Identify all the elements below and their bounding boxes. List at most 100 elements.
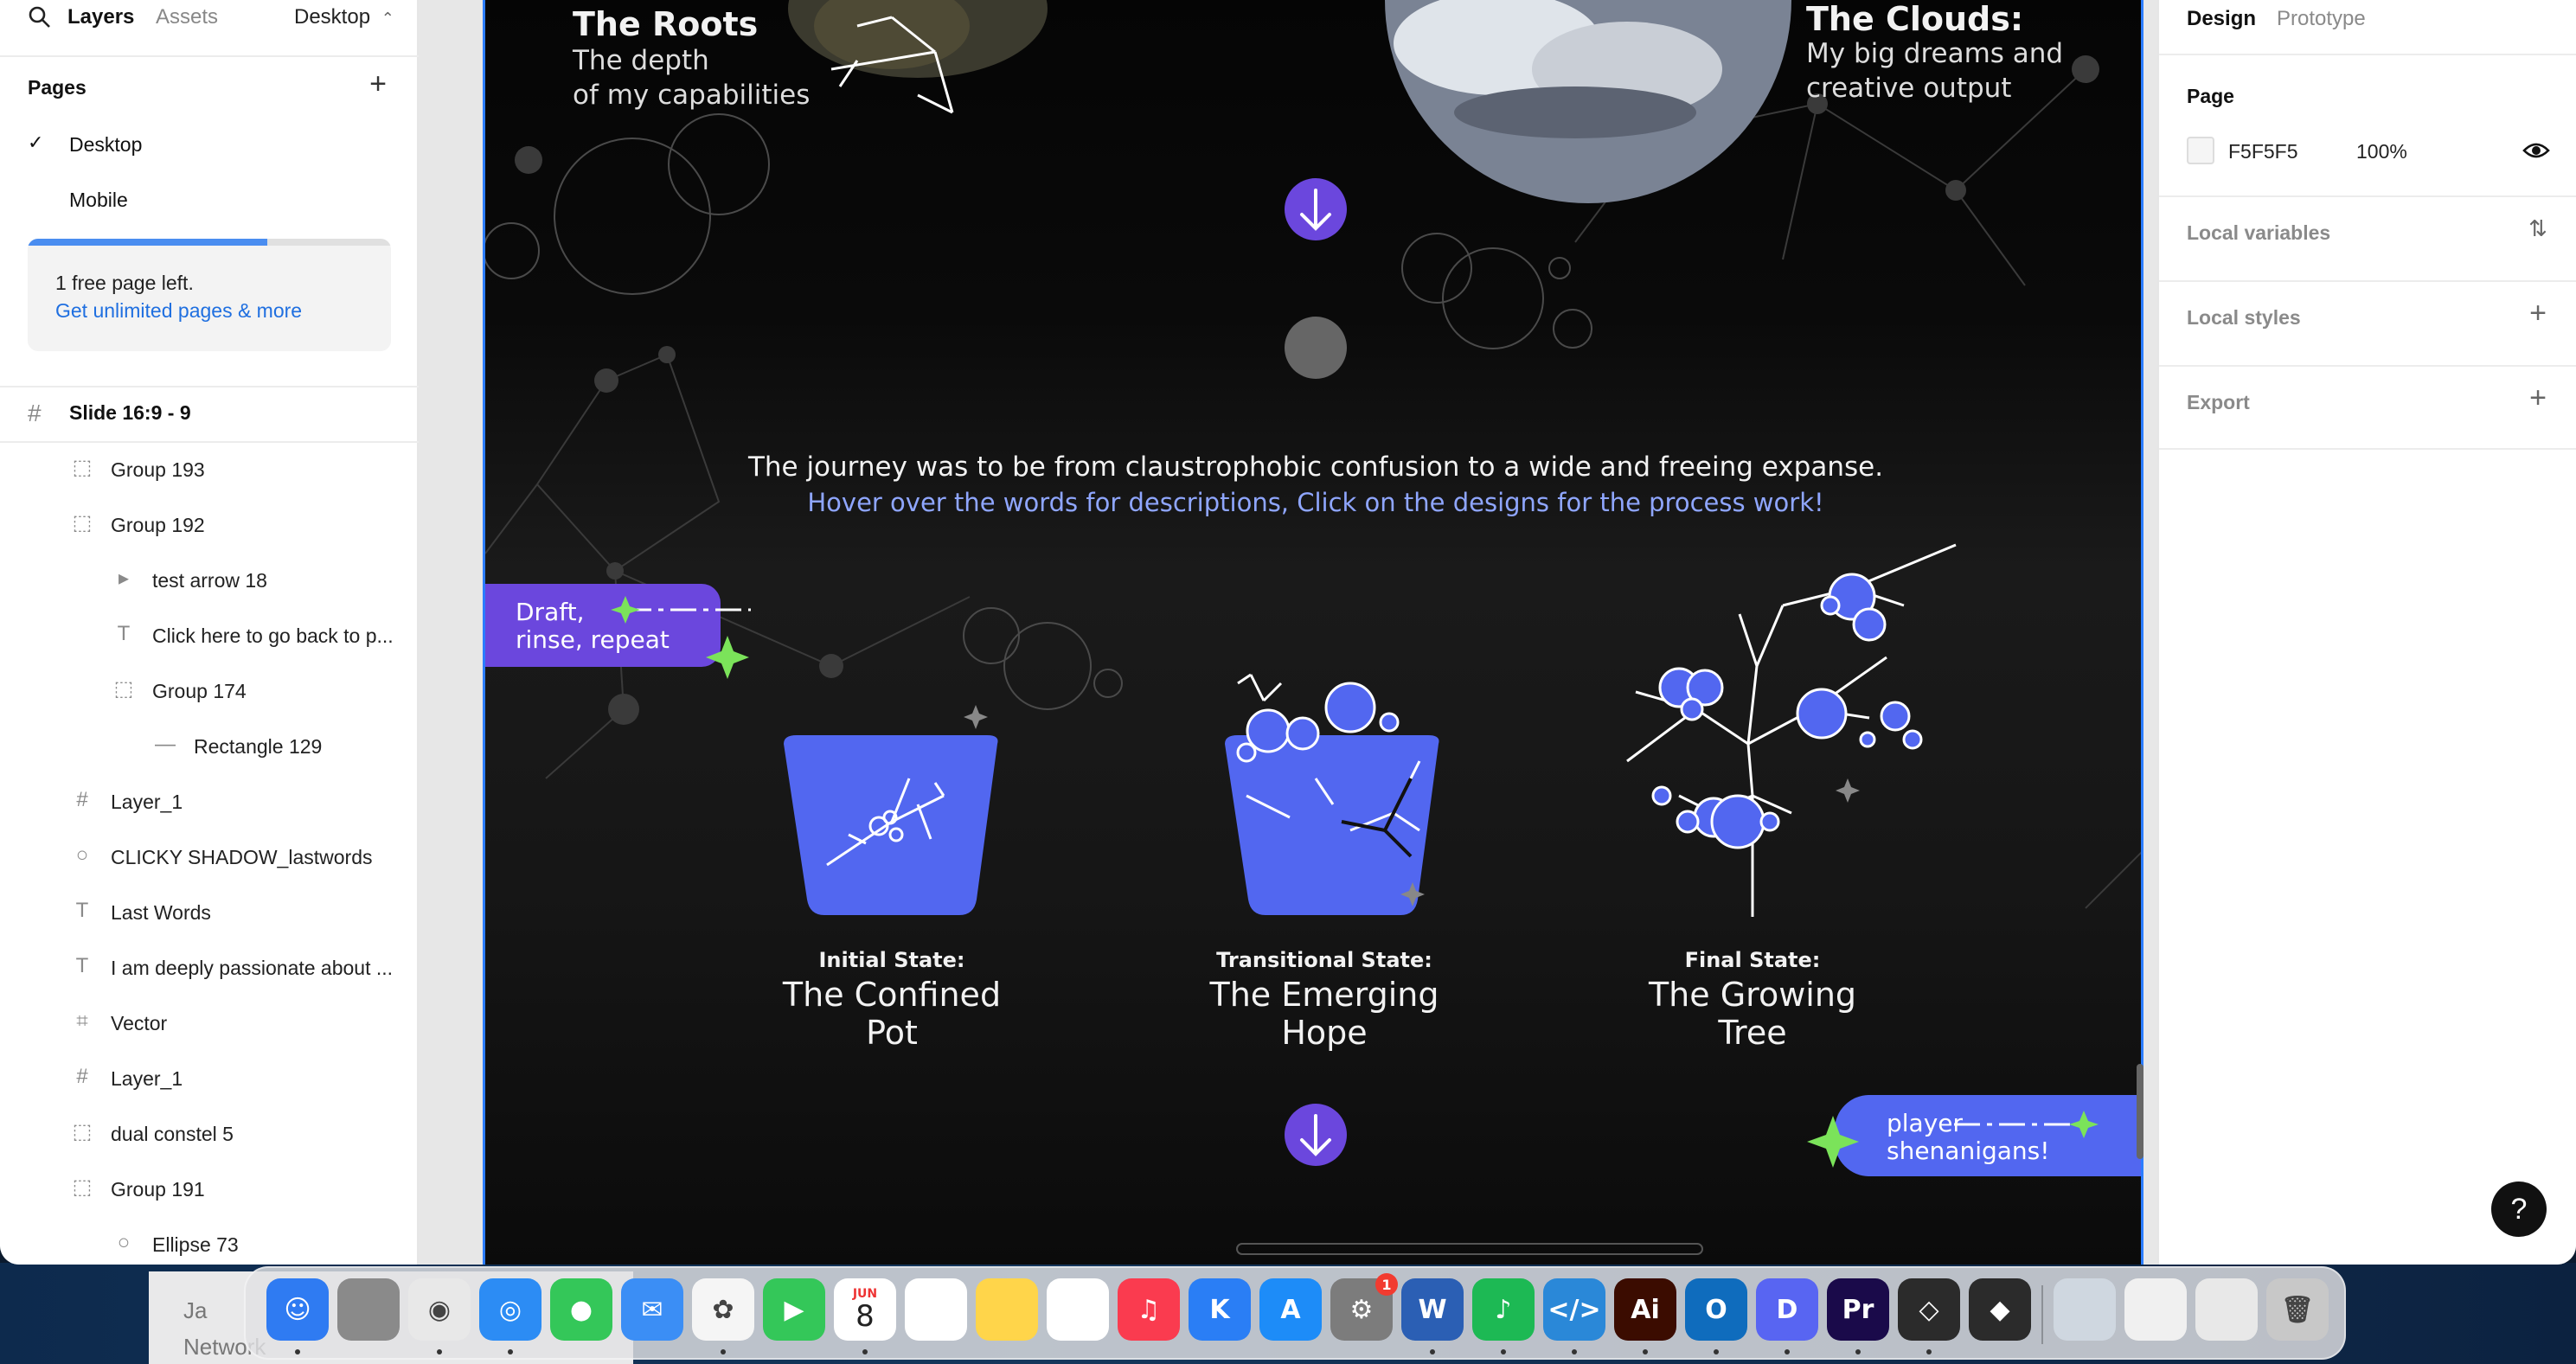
design-canvas[interactable]: The Roots The depth of my capabilities T… xyxy=(419,0,2157,1265)
freeform-icon[interactable] xyxy=(1047,1278,1109,1341)
photos-icon[interactable]: ✿ xyxy=(692,1278,754,1341)
screenshot-icon[interactable] xyxy=(2195,1278,2258,1341)
divider xyxy=(2159,54,2576,55)
clouds-line1: My big dreams and xyxy=(1806,38,2064,69)
scroll-dot xyxy=(1285,317,1347,379)
slide-frame[interactable]: The Roots The depth of my capabilities T… xyxy=(483,0,2143,1265)
word-icon[interactable]: W xyxy=(1401,1278,1464,1341)
trash-icon[interactable]: 🗑 xyxy=(2266,1278,2329,1341)
ellipse-icon: ○ xyxy=(117,1231,131,1254)
layer-row[interactable]: # Layer_1 xyxy=(0,780,419,823)
state-title-line2[interactable]: Pot xyxy=(736,1014,1048,1052)
tab-assets[interactable]: Assets xyxy=(156,5,218,29)
layer-name: Layer_1 xyxy=(111,1067,183,1090)
layer-row[interactable]: ○ CLICKY SHADOW_lastwords xyxy=(0,836,419,879)
variables-icon[interactable]: ⇅ xyxy=(2522,213,2554,244)
add-page-icon[interactable]: + xyxy=(363,69,393,99)
page-color-hex[interactable]: F5F5F5 xyxy=(2228,140,2298,163)
state-title-line2[interactable]: Hope xyxy=(1169,1014,1480,1052)
messages-icon[interactable]: ● xyxy=(550,1278,612,1341)
layer-row[interactable]: T Last Words xyxy=(0,891,419,934)
page-limit-progress-fill xyxy=(28,239,268,246)
layer-row[interactable]: — Rectangle 129 xyxy=(0,725,419,768)
running-indicator xyxy=(1501,1349,1506,1354)
keynote-icon[interactable]: K xyxy=(1189,1278,1251,1341)
facetime-icon[interactable]: ▶ xyxy=(763,1278,825,1341)
layer-row[interactable]: # Layer_1 xyxy=(0,1057,419,1100)
figma-window: Layers Assets Desktop ⌃ Pages + ✓ Deskto… xyxy=(0,0,2576,1265)
document-icon[interactable] xyxy=(2124,1278,2187,1341)
group-icon: ⬚ xyxy=(72,1175,93,1199)
app-store-icon[interactable]: A xyxy=(1259,1278,1322,1341)
running-indicator xyxy=(721,1349,726,1354)
clouds-title[interactable]: The Clouds: xyxy=(1806,0,2023,38)
running-indicator xyxy=(295,1349,300,1354)
layer-row[interactable]: ⌗ Vector xyxy=(0,1002,419,1045)
properties-panel: Design Prototype Page F5F5F5 100% Local … xyxy=(2157,0,2576,1265)
premiere-icon[interactable]: Pr xyxy=(1827,1278,1889,1341)
outlook-icon[interactable]: O xyxy=(1685,1278,1747,1341)
reminders-icon[interactable] xyxy=(905,1278,967,1341)
group-icon: ⬚ xyxy=(113,677,134,701)
upgrade-link[interactable]: Get unlimited pages & more xyxy=(55,299,302,323)
add-export-icon[interactable]: + xyxy=(2522,382,2554,413)
roots-title[interactable]: The Roots xyxy=(573,5,758,43)
unity-hub-icon[interactable]: ◆ xyxy=(1969,1278,2031,1341)
add-style-icon[interactable]: + xyxy=(2522,298,2554,329)
state-title-line1[interactable]: The Emerging xyxy=(1169,976,1480,1014)
state-title-line1[interactable]: The Growing xyxy=(1597,976,1908,1014)
discord-icon[interactable]: D xyxy=(1756,1278,1818,1341)
local-variables-section[interactable]: Local variables ⇅ xyxy=(2159,195,2576,280)
layer-row[interactable]: ▸ test arrow 18 xyxy=(0,559,419,602)
spotify-icon[interactable]: ♪ xyxy=(1472,1278,1535,1341)
tab-design[interactable]: Design xyxy=(2187,7,2256,31)
page-dropdown[interactable]: Desktop ⌃ xyxy=(294,5,394,29)
chrome-icon[interactable]: ◉ xyxy=(408,1278,471,1341)
group-icon: ⬚ xyxy=(72,511,93,535)
vscode-icon[interactable]: </> xyxy=(1543,1278,1605,1341)
launchpad-icon[interactable] xyxy=(337,1278,400,1341)
system-settings-icon[interactable]: ⚙ 1 xyxy=(1330,1273,1398,1341)
local-styles-section[interactable]: Local styles + xyxy=(2159,280,2576,365)
layer-row[interactable]: ○ Ellipse 73 xyxy=(0,1223,419,1265)
roots-line1: The depth xyxy=(573,45,709,76)
layer-name: Layer_1 xyxy=(111,791,183,813)
tab-prototype[interactable]: Prototype xyxy=(2277,7,2366,31)
layer-row[interactable]: T Click here to go back to p... xyxy=(0,614,419,657)
state-title-line2[interactable]: Tree xyxy=(1597,1014,1908,1052)
page-item-desktop[interactable]: ✓ Desktop xyxy=(0,123,419,166)
eye-icon[interactable] xyxy=(2522,138,2550,163)
horizontal-scrollbar[interactable] xyxy=(1236,1243,1703,1255)
layer-name: Group 174 xyxy=(152,680,247,702)
layer-row[interactable]: ⬚ dual constel 5 xyxy=(0,1112,419,1156)
safari-icon[interactable]: ◎ xyxy=(479,1278,541,1341)
page-color-swatch[interactable] xyxy=(2187,137,2214,164)
page-dropdown-label: Desktop xyxy=(294,5,371,29)
notification-badge: 1 xyxy=(1375,1273,1398,1296)
notes-icon[interactable] xyxy=(976,1278,1038,1341)
finder-icon[interactable]: ☺ xyxy=(266,1278,329,1341)
page-opacity[interactable]: 100% xyxy=(2356,140,2407,163)
state-label: Transitional State: xyxy=(1216,948,1432,972)
component-icon: ▸ xyxy=(118,567,130,590)
unity-icon[interactable]: ◇ xyxy=(1898,1278,1960,1341)
mail-icon[interactable]: ✉ xyxy=(621,1278,683,1341)
preview-icon[interactable] xyxy=(2054,1278,2116,1341)
tab-layers[interactable]: Layers xyxy=(67,5,134,29)
search-icon[interactable] xyxy=(28,5,52,29)
layer-row[interactable]: T I am deeply passionate about ... xyxy=(0,946,419,989)
layer-row[interactable]: ⬚ Group 193 xyxy=(0,448,419,491)
state-title-line1[interactable]: The Confined xyxy=(736,976,1048,1014)
calendar-icon[interactable]: JUN 8 xyxy=(834,1278,896,1341)
illustrator-icon[interactable]: Ai xyxy=(1614,1278,1676,1341)
help-button[interactable]: ? xyxy=(2491,1181,2547,1237)
layer-row[interactable]: ⬚ Group 174 xyxy=(0,669,419,713)
page-item-mobile[interactable]: Mobile xyxy=(0,178,419,221)
export-section[interactable]: Export + xyxy=(2159,365,2576,450)
vertical-scrollbar[interactable] xyxy=(2137,1064,2143,1159)
layer-row[interactable]: ⬚ Group 192 xyxy=(0,503,419,547)
layer-frame-row[interactable]: # Slide 16:9 - 9 xyxy=(0,391,419,434)
layer-row[interactable]: ⬚ Group 191 xyxy=(0,1168,419,1211)
section-label: Local styles xyxy=(2187,306,2301,329)
music-icon[interactable]: ♫ xyxy=(1118,1278,1180,1341)
